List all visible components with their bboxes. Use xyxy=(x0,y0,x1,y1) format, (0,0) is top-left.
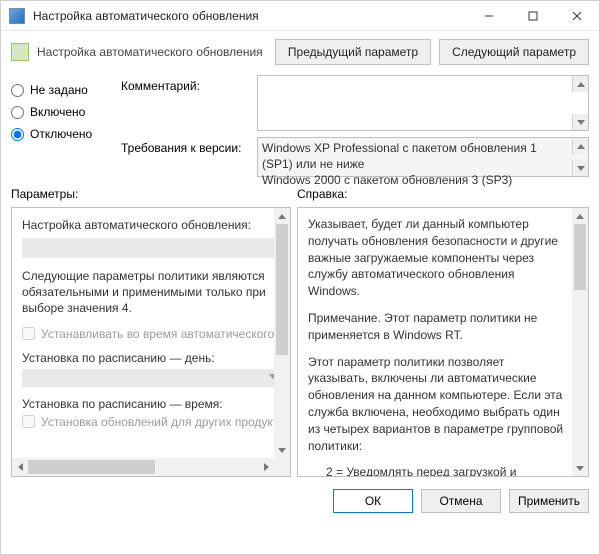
option-note: Следующие параметры политики являются об… xyxy=(22,268,280,317)
options-vscroll-up[interactable] xyxy=(274,208,290,224)
radio-enabled-input[interactable] xyxy=(11,106,24,119)
options-hscroll-thumb[interactable] xyxy=(28,460,155,474)
requirements-scroll-up[interactable] xyxy=(572,138,588,154)
previous-setting-button[interactable]: Предыдущий параметр xyxy=(275,39,431,65)
comment-scroll-up[interactable] xyxy=(572,76,588,92)
option-install-maintenance-label: Устанавливать во время автоматического о… xyxy=(41,327,280,341)
help-vscroll-up[interactable] xyxy=(572,208,588,224)
option-schedule-day-label: Установка по расписанию — день: xyxy=(22,351,280,365)
radio-not-configured-label: Не задано xyxy=(30,83,88,97)
window-title: Настройка автоматического обновления xyxy=(33,9,467,23)
options-hscroll xyxy=(12,458,274,476)
minimize-button[interactable] xyxy=(467,1,511,30)
option-config-title: Настройка автоматического обновления: xyxy=(22,218,280,232)
option-other-products[interactable]: Установка обновлений для других продукто… xyxy=(22,415,280,429)
close-button[interactable] xyxy=(555,1,599,30)
option-other-products-checkbox[interactable] xyxy=(22,415,35,428)
policy-title: Настройка автоматического обновления xyxy=(37,45,267,59)
option-config-dropdown[interactable] xyxy=(22,238,280,258)
option-schedule-time-label: Установка по расписанию — время: xyxy=(22,397,280,411)
options-scroll-corner xyxy=(274,458,290,476)
radio-enabled[interactable]: Включено xyxy=(11,101,121,123)
options-vscroll-track[interactable] xyxy=(274,224,290,442)
radio-not-configured[interactable]: Не задано xyxy=(11,79,121,101)
radio-enabled-label: Включено xyxy=(30,105,85,119)
requirements-row: Требования к версии: Windows XP Professi… xyxy=(121,137,589,177)
help-vscroll-thumb[interactable] xyxy=(574,224,586,290)
apply-button[interactable]: Применить xyxy=(509,489,589,513)
help-text[interactable]: Указывает, будет ли данный компьютер пол… xyxy=(298,208,588,476)
maximize-button[interactable] xyxy=(511,1,555,30)
help-section-label: Справка: xyxy=(297,187,347,201)
ok-button[interactable]: ОК xyxy=(333,489,413,513)
comment-scroll-down[interactable] xyxy=(572,114,588,130)
radio-disabled[interactable]: Отключено xyxy=(11,123,121,145)
options-hscroll-right[interactable] xyxy=(258,458,274,476)
next-setting-button[interactable]: Следующий параметр xyxy=(439,39,589,65)
help-paragraph-2: Примечание. Этот параметр политики не пр… xyxy=(308,310,566,344)
cancel-button[interactable]: Отмена xyxy=(421,489,501,513)
requirements-text: Windows XP Professional с пакетом обновл… xyxy=(262,141,537,187)
help-panel: Указывает, будет ли данный компьютер пол… xyxy=(297,207,589,477)
titlebar: Настройка автоматического обновления xyxy=(1,1,599,31)
help-vscroll-track[interactable] xyxy=(572,224,588,460)
options-hscroll-track[interactable] xyxy=(28,458,258,476)
requirements-box: Windows XP Professional с пакетом обновл… xyxy=(257,137,589,177)
policy-icon xyxy=(11,43,29,61)
policy-editor-window: Настройка автоматического обновления Нас… xyxy=(0,0,600,555)
help-paragraph-4: 2 = Уведомлять перед загрузкой и установ… xyxy=(308,464,566,476)
upper-config-area: Не задано Включено Отключено Комментарий… xyxy=(1,75,599,185)
radio-not-configured-input[interactable] xyxy=(11,84,24,97)
comment-row: Комментарий: xyxy=(121,75,589,131)
fields-column: Комментарий: Требования к версии: Window… xyxy=(121,75,589,177)
policy-header: Настройка автоматического обновления Пре… xyxy=(1,31,599,75)
requirements-scroll-down[interactable] xyxy=(572,160,588,176)
comment-textarea[interactable] xyxy=(258,76,572,130)
help-paragraph-3: Этот параметр политики позволяет указыва… xyxy=(308,354,566,455)
option-install-maintenance-checkbox[interactable] xyxy=(22,327,35,340)
app-icon xyxy=(9,8,25,24)
option-other-products-label: Установка обновлений для других продукто… xyxy=(41,415,280,429)
help-paragraph-1: Указывает, будет ли данный компьютер пол… xyxy=(308,216,566,300)
options-hscroll-left[interactable] xyxy=(12,458,28,476)
radio-disabled-label: Отключено xyxy=(30,127,92,141)
main-split: Настройка автоматического обновления: Сл… xyxy=(1,203,599,483)
radio-disabled-input[interactable] xyxy=(11,128,24,141)
window-controls xyxy=(467,1,599,30)
options-panel: Настройка автоматического обновления: Сл… xyxy=(11,207,291,477)
option-install-maintenance[interactable]: Устанавливать во время автоматического о… xyxy=(22,327,280,341)
dialog-footer: ОК Отмена Применить xyxy=(1,483,599,523)
options-vscroll-thumb[interactable] xyxy=(276,224,288,355)
requirements-label: Требования к версии: xyxy=(121,137,251,155)
options-inner: Настройка автоматического обновления: Сл… xyxy=(12,208,290,458)
state-radio-group: Не задано Включено Отключено xyxy=(11,75,121,177)
option-schedule-day-dropdown[interactable] xyxy=(22,369,280,387)
comment-label: Комментарий: xyxy=(121,75,251,93)
help-vscroll-down[interactable] xyxy=(572,460,588,476)
comment-textarea-wrap xyxy=(257,75,589,131)
options-section-label: Параметры: xyxy=(11,187,297,201)
options-vscroll-down[interactable] xyxy=(274,442,290,458)
